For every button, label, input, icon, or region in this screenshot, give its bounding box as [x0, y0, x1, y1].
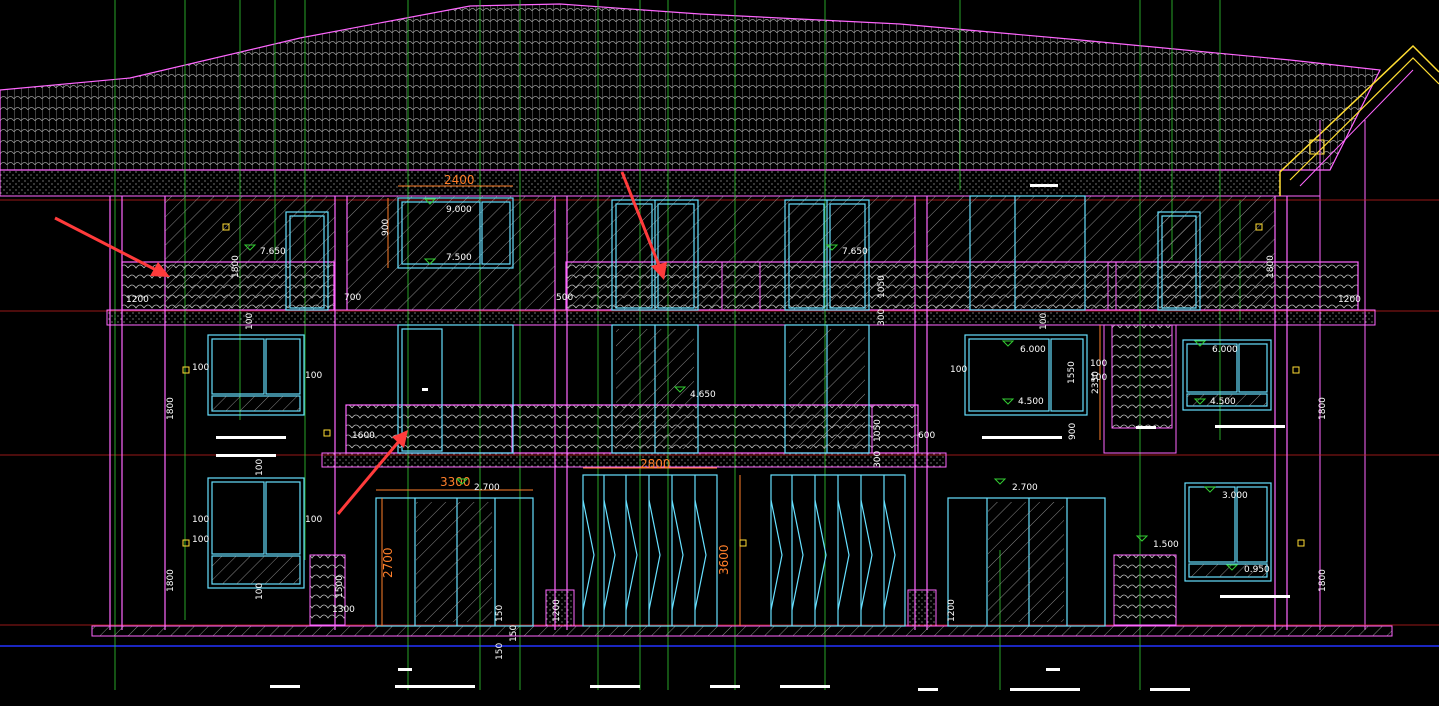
dim-900-window: 900: [381, 219, 391, 236]
roof: [0, 3, 1381, 197]
dim-1500-v: 1500: [335, 575, 345, 598]
elev-4500-b: 4.500: [1210, 397, 1236, 407]
dim-300-a: 300: [877, 309, 887, 326]
elev-7650-b: 7.650: [842, 247, 868, 257]
dim-2700: 2700: [381, 547, 395, 578]
elevation-drawing-canvas[interactable]: 2400 3300 2800 3600 2700 1200 1200 700 5…: [0, 0, 1439, 706]
elev-0950: 0.950: [1244, 565, 1270, 575]
dim-100-h: 100: [1039, 313, 1049, 330]
dim-900: 900: [1068, 423, 1078, 440]
elev-6000-b: 6.000: [1212, 345, 1238, 355]
elev-6000-a: 6.000: [1020, 345, 1046, 355]
elev-4650: 4.650: [690, 390, 716, 400]
dim-150-a: 150: [495, 605, 505, 622]
dim-1600: 1600: [352, 431, 375, 441]
dim-300-b: 300: [873, 451, 883, 468]
dim-100-a: 100: [192, 363, 209, 373]
dim-1200-right: 1200: [1338, 295, 1361, 305]
elev-4500-a: 4.500: [1018, 397, 1044, 407]
dim-100-l: 100: [1090, 373, 1107, 383]
dim-100-b: 100: [305, 371, 322, 381]
slab-second: [321, 452, 947, 468]
dim-700: 700: [344, 293, 361, 303]
dim-600: 600: [918, 431, 935, 441]
dim-2400: 2400: [444, 173, 475, 187]
dim-2800: 2800: [640, 457, 671, 471]
dim-100-j: 100: [255, 459, 265, 476]
elev-9000: 9.000: [446, 205, 472, 215]
dim-150-c: 150: [495, 643, 505, 660]
dim-150-b: 150: [509, 625, 519, 642]
elev-2700-b: 2.700: [1012, 483, 1038, 493]
dim-100-f: 100: [1090, 359, 1107, 369]
dim-1200-v: 1200: [552, 599, 562, 622]
dim-3300: 3300: [440, 475, 471, 489]
dim-1300: 1300: [332, 605, 355, 615]
elev-1500: 1.500: [1153, 540, 1179, 550]
dim-1800-e: 1800: [166, 569, 176, 592]
dim-3600: 3600: [717, 544, 731, 575]
dim-100-c: 100: [192, 515, 209, 525]
dim-1550: 1550: [1067, 361, 1077, 384]
dim-1050-b: 1050: [873, 419, 883, 442]
slab-third: [106, 309, 1376, 326]
dim-1800-f: 1800: [1318, 569, 1328, 592]
base-plinth: [91, 625, 1393, 637]
dim-1800-c: 1800: [166, 397, 176, 420]
dim-100-k: 100: [192, 535, 209, 545]
dim-1800-a: 1800: [231, 255, 241, 278]
elev-7500: 7.500: [446, 253, 472, 263]
elev-2700-a: 2.700: [474, 483, 500, 493]
dim-1800-b: 1800: [1266, 255, 1276, 278]
elev-7650-a: 7.650: [260, 247, 286, 257]
dim-1050-a: 1050: [877, 275, 887, 298]
dim-100-i: 100: [255, 583, 265, 600]
dim-100-d: 100: [305, 515, 322, 525]
dim-100-e: 100: [950, 365, 967, 375]
dim-1200-window: 1200: [947, 599, 957, 622]
elev-3000: 3.000: [1222, 491, 1248, 501]
dim-100-g: 100: [245, 313, 255, 330]
dim-500: 500: [556, 293, 573, 303]
dim-1200-left: 1200: [126, 295, 149, 305]
dim-1800-d: 1800: [1318, 397, 1328, 420]
